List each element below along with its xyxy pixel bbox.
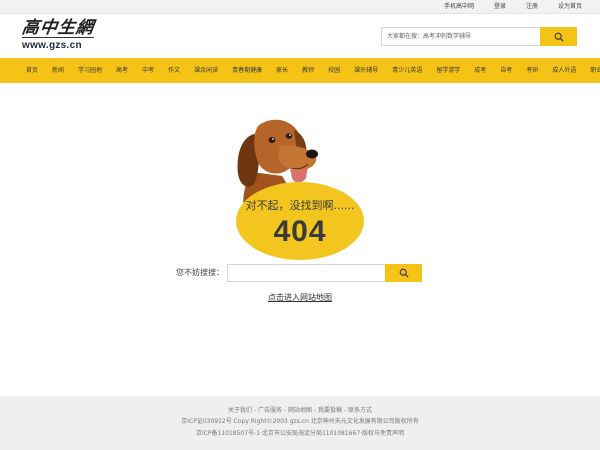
nav-item-study-abroad[interactable]: 留学游学 <box>436 58 460 83</box>
site-logo[interactable]: 高中生網 www.gzs.cn <box>20 18 96 56</box>
site-header: 高中生網 www.gzs.cn 大家都在搜：高考冲刺数学辅导 <box>0 14 600 58</box>
nav-item-study[interactable]: 学习园地 <box>78 58 102 83</box>
top-links: 手机高中网 登录 注册 设为首页 <box>424 0 582 14</box>
logo-underline <box>22 37 94 38</box>
search-icon <box>554 32 563 41</box>
error-message: 对不起，没找到啊...... <box>245 199 355 212</box>
search-input[interactable] <box>227 264 386 282</box>
logo-calligraphy: 高中生網 <box>20 18 96 38</box>
nav-item-puberty-health[interactable]: 青春期健康 <box>232 58 262 83</box>
header-search-button[interactable] <box>540 27 577 46</box>
footer-links[interactable]: 关于我们 - 广告服务 - 网站地图 - 我要投稿 - 联系方式 <box>0 407 600 415</box>
nav-item-news[interactable]: 新闻 <box>52 58 64 83</box>
set-homepage-link[interactable]: 设为首页 <box>558 0 582 14</box>
search-icon <box>399 268 408 278</box>
header-search: 大家都在搜：高考冲刺数学辅导 <box>381 27 577 46</box>
register-link[interactable]: 注册 <box>526 0 538 14</box>
top-utility-bar: 手机高中网 登录 注册 设为首页 <box>0 0 600 14</box>
sitemap-link[interactable]: 点击进入网站地图 <box>0 292 600 303</box>
nav-item-essay[interactable]: 作文 <box>168 58 180 83</box>
nav-item-parents[interactable]: 家长 <box>276 58 288 83</box>
search-button[interactable] <box>385 264 422 282</box>
nav-item-home[interactable]: 首页 <box>26 58 38 83</box>
nav-item-leisure-reading[interactable]: 课余闲读 <box>194 58 218 83</box>
nav-item-tutoring[interactable]: 课外辅导 <box>354 58 378 83</box>
login-link[interactable]: 登录 <box>494 0 506 14</box>
nav-item-vocational[interactable]: 职业培训 <box>590 58 600 83</box>
mobile-site-link[interactable]: 手机高中网 <box>444 0 474 14</box>
nav-item-adult-exam[interactable]: 成考 <box>474 58 486 83</box>
search-label: 您不妨搜搜： <box>176 268 224 277</box>
nav-item-postgrad[interactable]: 考研 <box>526 58 538 83</box>
nav-item-gaokao[interactable]: 高考 <box>116 58 128 83</box>
nav-item-zhongkao[interactable]: 中考 <box>142 58 154 83</box>
nav-item-teachers[interactable]: 教师 <box>302 58 314 83</box>
footer-copyright: 京ICP证030912号 Copy Right©2003 gzs.cn 北京神州… <box>181 418 419 425</box>
main-nav: 首页 新闻 学习园地 高考 中考 作文 课余闲读 青春期健康 家长 教师 校园 … <box>0 58 600 83</box>
nav-item-campus[interactable]: 校园 <box>328 58 340 83</box>
nav-item-kids-english[interactable]: 青少儿英语 <box>392 58 422 83</box>
nav-item-adult-language[interactable]: 成人外语 <box>552 58 576 83</box>
nav-list: 首页 新闻 学习园地 高考 中考 作文 课余闲读 青春期健康 家长 教师 校园 … <box>0 58 600 83</box>
nav-item-self-exam[interactable]: 自考 <box>500 58 512 83</box>
header-search-input[interactable]: 大家都在搜：高考冲刺数学辅导 <box>381 27 541 46</box>
error-code: 404 <box>273 215 327 248</box>
footer-record: 京ICP备11018507号-1·北京市公安局海淀分局1101081667·版权… <box>195 430 405 437</box>
site-footer: 关于我们 - 广告服务 - 网站地图 - 我要投稿 - 联系方式 京ICP证03… <box>0 396 600 450</box>
logo-url: www.gzs.cn <box>22 40 82 51</box>
